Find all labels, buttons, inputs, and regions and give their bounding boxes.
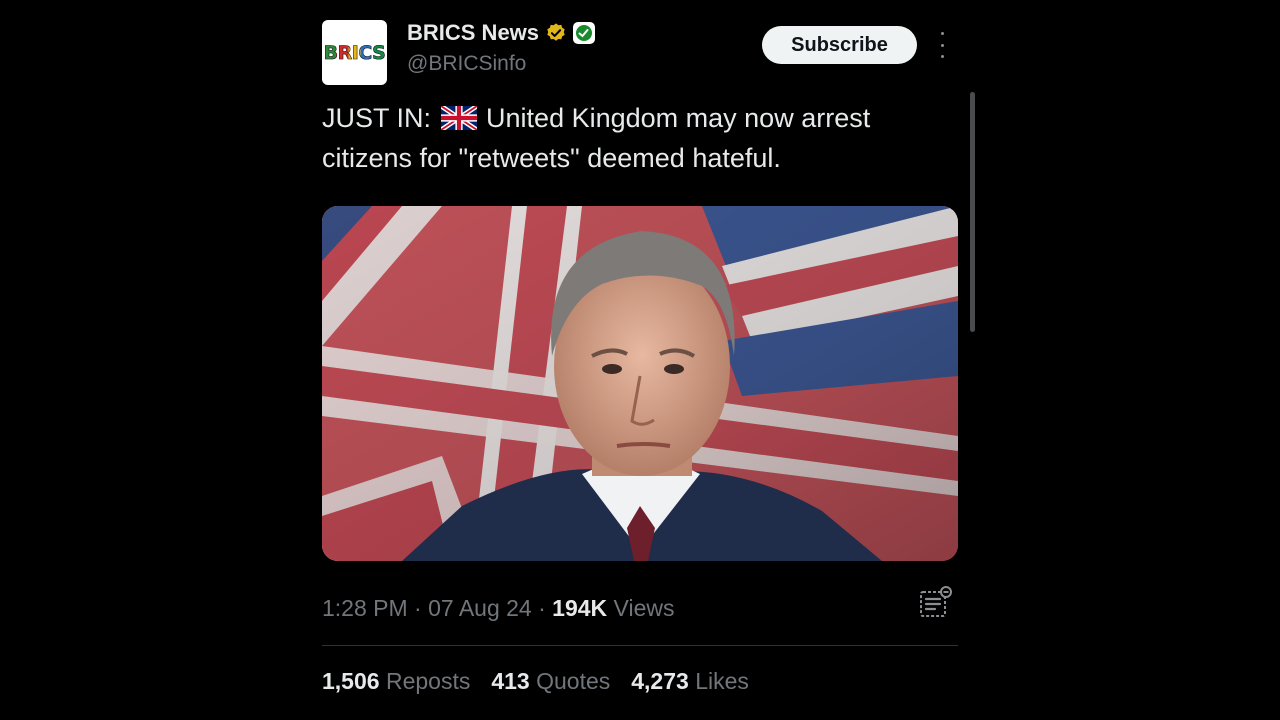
verified-badge-icon[interactable] [545, 22, 567, 44]
quotes-count: 413 [491, 668, 530, 694]
post-time[interactable]: 1:28 PM [322, 595, 408, 621]
scrollbar[interactable] [970, 92, 975, 332]
post-date[interactable]: 07 Aug 24 [428, 595, 532, 621]
union-jack-portrait-image [322, 206, 958, 561]
views-label: Views [613, 595, 675, 621]
likes-label: Likes [695, 668, 749, 694]
author-name[interactable]: BRICS News [407, 20, 539, 46]
post-text: JUST IN: United Kingdom may now arrest c… [322, 98, 958, 178]
likes-stat[interactable]: 4,273 Likes [631, 668, 749, 695]
avatar[interactable]: BRICS [322, 20, 387, 85]
reposts-label: Reposts [385, 668, 471, 694]
separator: · [538, 595, 546, 621]
likes-count: 4,273 [631, 668, 689, 694]
avatar-logo-text: BRICS [323, 41, 386, 64]
quotes-label: Quotes [536, 668, 611, 694]
uk-flag-icon [440, 106, 477, 130]
quotes-stat[interactable]: 413 Quotes [491, 668, 610, 695]
engagement-stats: 1,506 Reposts 413 Quotes 4,273 Likes [322, 668, 749, 695]
reposts-count: 1,506 [322, 668, 380, 694]
post-metadata: 1:28 PM · 07 Aug 24 · 194K Views [322, 595, 674, 622]
affiliate-badge-icon[interactable] [573, 22, 596, 44]
post-image[interactable] [322, 206, 958, 561]
more-options-icon[interactable] [932, 32, 952, 58]
subscribe-button[interactable]: Subscribe [762, 26, 917, 64]
views-count: 194K [552, 595, 608, 621]
post-prefix: JUST IN: [322, 103, 432, 133]
divider [322, 645, 958, 646]
post-analytics-icon[interactable] [918, 584, 954, 620]
author-name-row: BRICS News [407, 20, 596, 46]
tweet-card: BRICS BRICS News @BRICSinfo Subscribe JU… [322, 18, 958, 720]
separator: · [414, 595, 422, 621]
author-handle[interactable]: @BRICSinfo [407, 52, 526, 76]
reposts-stat[interactable]: 1,506 Reposts [322, 668, 470, 695]
